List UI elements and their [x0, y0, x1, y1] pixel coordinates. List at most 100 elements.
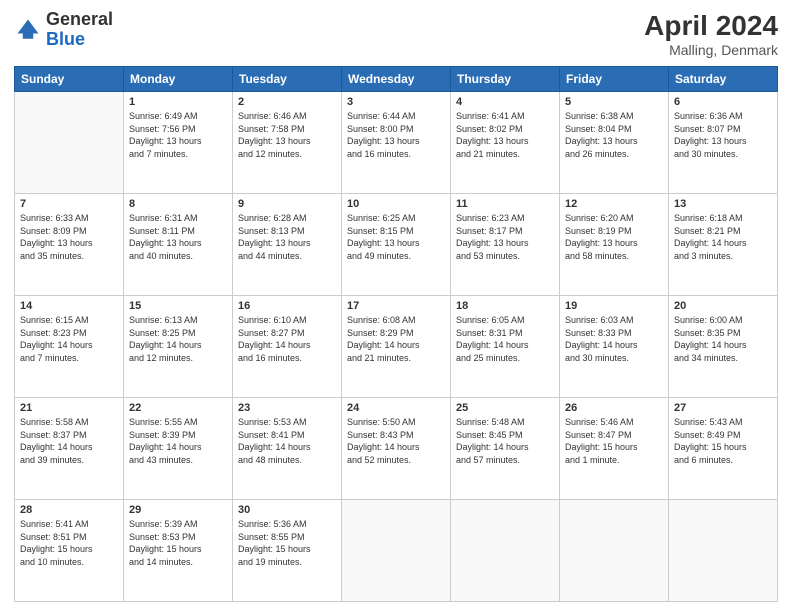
- day-info: Sunrise: 6:18 AMSunset: 8:21 PMDaylight:…: [674, 212, 772, 262]
- calendar-cell: 3 Sunrise: 6:44 AMSunset: 8:00 PMDaylight…: [342, 92, 451, 194]
- day-info: Sunrise: 6:25 AMSunset: 8:15 PMDaylight:…: [347, 212, 445, 262]
- day-info: Sunrise: 6:28 AMSunset: 8:13 PMDaylight:…: [238, 212, 336, 262]
- calendar-cell: 7Sunrise: 6:33 AMSunset: 8:09 PMDaylight…: [15, 194, 124, 296]
- calendar-cell: 9 Sunrise: 6:28 AMSunset: 8:13 PMDaylight…: [233, 194, 342, 296]
- day-number: 28: [20, 504, 118, 516]
- day-number: 14: [20, 300, 118, 312]
- day-info: Sunrise: 5:50 AMSunset: 8:43 PMDaylight:…: [347, 416, 445, 466]
- weekday-header-monday: Monday: [124, 67, 233, 92]
- day-number: 25: [456, 402, 554, 414]
- day-number: 17: [347, 300, 445, 312]
- day-number: 19: [565, 300, 663, 312]
- calendar-cell: 25 Sunrise: 5:48 AMSunset: 8:45 PMDayligh…: [451, 398, 560, 500]
- day-number: 22: [129, 402, 227, 414]
- day-info: Sunrise: 5:39 AMSunset: 8:53 PMDaylight:…: [129, 518, 227, 568]
- weekday-header-thursday: Thursday: [451, 67, 560, 92]
- day-number: 20: [674, 300, 772, 312]
- calendar-cell: [451, 500, 560, 602]
- calendar-cell: [669, 500, 778, 602]
- calendar-cell: 15 Sunrise: 6:13 AMSunset: 8:25 PMDayligh…: [124, 296, 233, 398]
- calendar-cell: 11 Sunrise: 6:23 AMSunset: 8:17 PMDayligh…: [451, 194, 560, 296]
- calendar-cell: 8 Sunrise: 6:31 AMSunset: 8:11 PMDaylight…: [124, 194, 233, 296]
- calendar-cell: 10 Sunrise: 6:25 AMSunset: 8:15 PMDayligh…: [342, 194, 451, 296]
- day-info: Sunrise: 6:38 AMSunset: 8:04 PMDaylight:…: [565, 110, 663, 160]
- day-info: Sunrise: 6:44 AMSunset: 8:00 PMDaylight:…: [347, 110, 445, 160]
- calendar-cell: [15, 92, 124, 194]
- logo-blue: Blue: [46, 29, 85, 49]
- day-info: Sunrise: 5:48 AMSunset: 8:45 PMDaylight:…: [456, 416, 554, 466]
- day-number: 4: [456, 96, 554, 108]
- day-number: 18: [456, 300, 554, 312]
- day-info: Sunrise: 6:08 AMSunset: 8:29 PMDaylight:…: [347, 314, 445, 364]
- calendar-cell: 6 Sunrise: 6:36 AMSunset: 8:07 PMDaylight…: [669, 92, 778, 194]
- day-info: Sunrise: 5:36 AMSunset: 8:55 PMDaylight:…: [238, 518, 336, 568]
- day-number: 24: [347, 402, 445, 414]
- day-number: 7: [20, 198, 118, 210]
- day-info: Sunrise: 6:13 AMSunset: 8:25 PMDaylight:…: [129, 314, 227, 364]
- day-info: Sunrise: 5:53 AMSunset: 8:41 PMDaylight:…: [238, 416, 336, 466]
- day-number: 13: [674, 198, 772, 210]
- day-info: Sunrise: 6:23 AMSunset: 8:17 PMDaylight:…: [456, 212, 554, 262]
- calendar-cell: 29 Sunrise: 5:39 AMSunset: 8:53 PMDayligh…: [124, 500, 233, 602]
- day-number: 29: [129, 504, 227, 516]
- calendar-cell: 5 Sunrise: 6:38 AMSunset: 8:04 PMDaylight…: [560, 92, 669, 194]
- day-info: Sunrise: 5:58 AMSunset: 8:37 PMDaylight:…: [20, 416, 118, 466]
- day-info: Sunrise: 6:05 AMSunset: 8:31 PMDaylight:…: [456, 314, 554, 364]
- day-number: 6: [674, 96, 772, 108]
- calendar-cell: 2Sunrise: 6:46 AMSunset: 7:58 PMDaylight…: [233, 92, 342, 194]
- calendar-cell: 1 Sunrise: 6:49 AMSunset: 7:56 PMDaylight…: [124, 92, 233, 194]
- day-info: Sunrise: 6:31 AMSunset: 8:11 PMDaylight:…: [129, 212, 227, 262]
- weekday-header-friday: Friday: [560, 67, 669, 92]
- day-number: 11: [456, 198, 554, 210]
- calendar-cell: 14 Sunrise: 6:15 AMSunset: 8:23 PMDayligh…: [15, 296, 124, 398]
- weekday-header-tuesday: Tuesday: [233, 67, 342, 92]
- day-info: Sunrise: 6:46 AMSunset: 7:58 PMDaylight:…: [238, 110, 336, 160]
- calendar-cell: 26Sunrise: 5:46 AMSunset: 8:47 PMDayligh…: [560, 398, 669, 500]
- calendar-cell: 17 Sunrise: 6:08 AMSunset: 8:29 PMDayligh…: [342, 296, 451, 398]
- day-number: 15: [129, 300, 227, 312]
- day-number: 12: [565, 198, 663, 210]
- month-year: April 2024: [644, 10, 778, 42]
- logo-general: General: [46, 9, 113, 29]
- day-info: Sunrise: 6:15 AMSunset: 8:23 PMDaylight:…: [20, 314, 118, 364]
- calendar-cell: 13 Sunrise: 6:18 AMSunset: 8:21 PMDayligh…: [669, 194, 778, 296]
- day-info: Sunrise: 5:41 AMSunset: 8:51 PMDaylight:…: [20, 518, 118, 568]
- weekday-header-saturday: Saturday: [669, 67, 778, 92]
- calendar-cell: [560, 500, 669, 602]
- calendar-cell: 28 Sunrise: 5:41 AMSunset: 8:51 PMDayligh…: [15, 500, 124, 602]
- calendar-cell: 4 Sunrise: 6:41 AMSunset: 8:02 PMDaylight…: [451, 92, 560, 194]
- weekday-header-wednesday: Wednesday: [342, 67, 451, 92]
- day-info: Sunrise: 6:10 AMSunset: 8:27 PMDaylight:…: [238, 314, 336, 364]
- day-number: 1: [129, 96, 227, 108]
- day-info: Sunrise: 5:46 AMSunset: 8:47 PMDaylight:…: [565, 416, 663, 466]
- calendar-cell: 21Sunrise: 5:58 AMSunset: 8:37 PMDayligh…: [15, 398, 124, 500]
- page: General Blue April 2024 Malling, Denmark…: [0, 0, 792, 612]
- day-number: 5: [565, 96, 663, 108]
- logo: General Blue: [14, 10, 113, 50]
- day-number: 27: [674, 402, 772, 414]
- calendar-cell: 20 Sunrise: 6:00 AMSunset: 8:35 PMDayligh…: [669, 296, 778, 398]
- day-info: Sunrise: 5:55 AMSunset: 8:39 PMDaylight:…: [129, 416, 227, 466]
- day-number: 23: [238, 402, 336, 414]
- day-info: Sunrise: 6:03 AMSunset: 8:33 PMDaylight:…: [565, 314, 663, 364]
- header: General Blue April 2024 Malling, Denmark: [14, 10, 778, 58]
- week-row-4: 28 Sunrise: 5:41 AMSunset: 8:51 PMDayligh…: [15, 500, 778, 602]
- calendar-cell: 30 Sunrise: 5:36 AMSunset: 8:55 PMDayligh…: [233, 500, 342, 602]
- week-row-1: 7Sunrise: 6:33 AMSunset: 8:09 PMDaylight…: [15, 194, 778, 296]
- day-info: Sunrise: 6:36 AMSunset: 8:07 PMDaylight:…: [674, 110, 772, 160]
- day-number: 16: [238, 300, 336, 312]
- calendar-cell: 27Sunrise: 5:43 AMSunset: 8:49 PMDayligh…: [669, 398, 778, 500]
- day-number: 3: [347, 96, 445, 108]
- calendar-cell: 19 Sunrise: 6:03 AMSunset: 8:33 PMDayligh…: [560, 296, 669, 398]
- day-number: 30: [238, 504, 336, 516]
- weekday-header-row: SundayMondayTuesdayWednesdayThursdayFrid…: [15, 67, 778, 92]
- day-info: Sunrise: 6:41 AMSunset: 8:02 PMDaylight:…: [456, 110, 554, 160]
- day-info: Sunrise: 6:00 AMSunset: 8:35 PMDaylight:…: [674, 314, 772, 364]
- calendar-table: SundayMondayTuesdayWednesdayThursdayFrid…: [14, 66, 778, 602]
- day-number: 10: [347, 198, 445, 210]
- day-number: 8: [129, 198, 227, 210]
- day-number: 9: [238, 198, 336, 210]
- calendar-cell: 16 Sunrise: 6:10 AMSunset: 8:27 PMDayligh…: [233, 296, 342, 398]
- week-row-2: 14 Sunrise: 6:15 AMSunset: 8:23 PMDayligh…: [15, 296, 778, 398]
- day-info: Sunrise: 6:49 AMSunset: 7:56 PMDaylight:…: [129, 110, 227, 160]
